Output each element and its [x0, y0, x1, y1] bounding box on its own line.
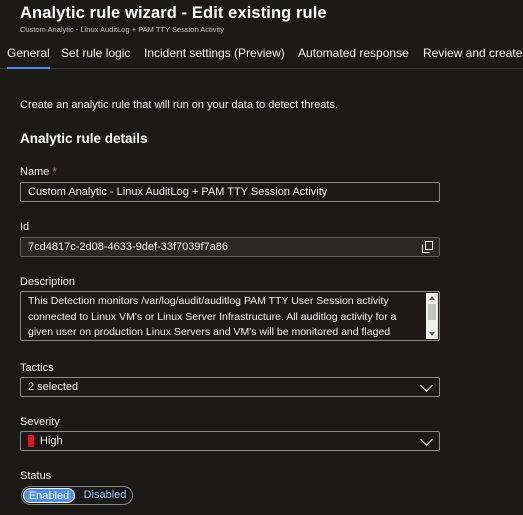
id-value: 7cd4817c-2d08-4633-9def-33f7039f7a86 [28, 241, 228, 253]
description-textarea[interactable]: This Detection monitors /var/log/audit/a… [20, 291, 440, 341]
description-label: Description [20, 276, 76, 288]
wizard-tabs: General Set rule logic Incident settings… [0, 40, 523, 69]
scroll-up-arrow-icon[interactable] [429, 296, 435, 300]
name-label-text: Name [20, 166, 50, 178]
description-scrollbar[interactable] [426, 293, 438, 339]
tab-set-rule-logic[interactable]: Set rule logic [61, 46, 130, 60]
severity-value: High [40, 435, 63, 447]
required-mark: * [52, 166, 57, 178]
tactics-label: Tactics [20, 362, 54, 374]
id-field: 7cd4817c-2d08-4633-9def-33f7039f7a86 [20, 237, 440, 257]
page-subtitle: Custom Analytic - Linux AuditLog + PAM T… [20, 25, 225, 34]
tactics-value: 2 selected [28, 381, 79, 393]
id-label: Id [20, 221, 30, 233]
status-label: Status [20, 470, 52, 482]
status-disabled-option[interactable]: Disabled [80, 488, 130, 503]
tactics-dropdown[interactable]: 2 selected [20, 377, 440, 397]
description-line: given user on production Linux Servers a… [28, 326, 391, 338]
copy-icon[interactable] [422, 241, 433, 253]
tab-general[interactable]: General [7, 46, 50, 69]
page-title: Analytic rule wizard - Edit existing rul… [20, 4, 327, 22]
status-toggle[interactable]: Enabled Disabled [21, 486, 133, 505]
tab-review-and-create[interactable]: Review and create [423, 46, 522, 60]
description-line: connected to Linux VM's or Linux Server … [28, 310, 397, 323]
description-line: This Detection monitors /var/log/audit/a… [28, 295, 389, 307]
intro-text: Create an analytic rule that will run on… [20, 99, 338, 111]
title-bar: Analytic rule wizard - Edit existing rul… [20, 4, 327, 34]
tab-automated-response[interactable]: Automated response [298, 46, 409, 60]
section-title: Analytic rule details [20, 131, 148, 146]
name-value: Custom Analytic - Linux AuditLog + PAM T… [28, 186, 328, 198]
tab-incident-settings[interactable]: Incident settings (Preview) [144, 46, 285, 60]
status-enabled-option[interactable]: Enabled [23, 488, 75, 503]
name-label: Name * [20, 166, 57, 178]
scroll-down-arrow-icon[interactable] [429, 332, 435, 336]
name-input[interactable]: Custom Analytic - Linux AuditLog + PAM T… [20, 182, 440, 202]
scrollbar-thumb[interactable] [428, 304, 436, 320]
severity-color-indicator [28, 435, 34, 447]
severity-label: Severity [20, 416, 60, 428]
severity-dropdown[interactable]: High [20, 431, 440, 451]
